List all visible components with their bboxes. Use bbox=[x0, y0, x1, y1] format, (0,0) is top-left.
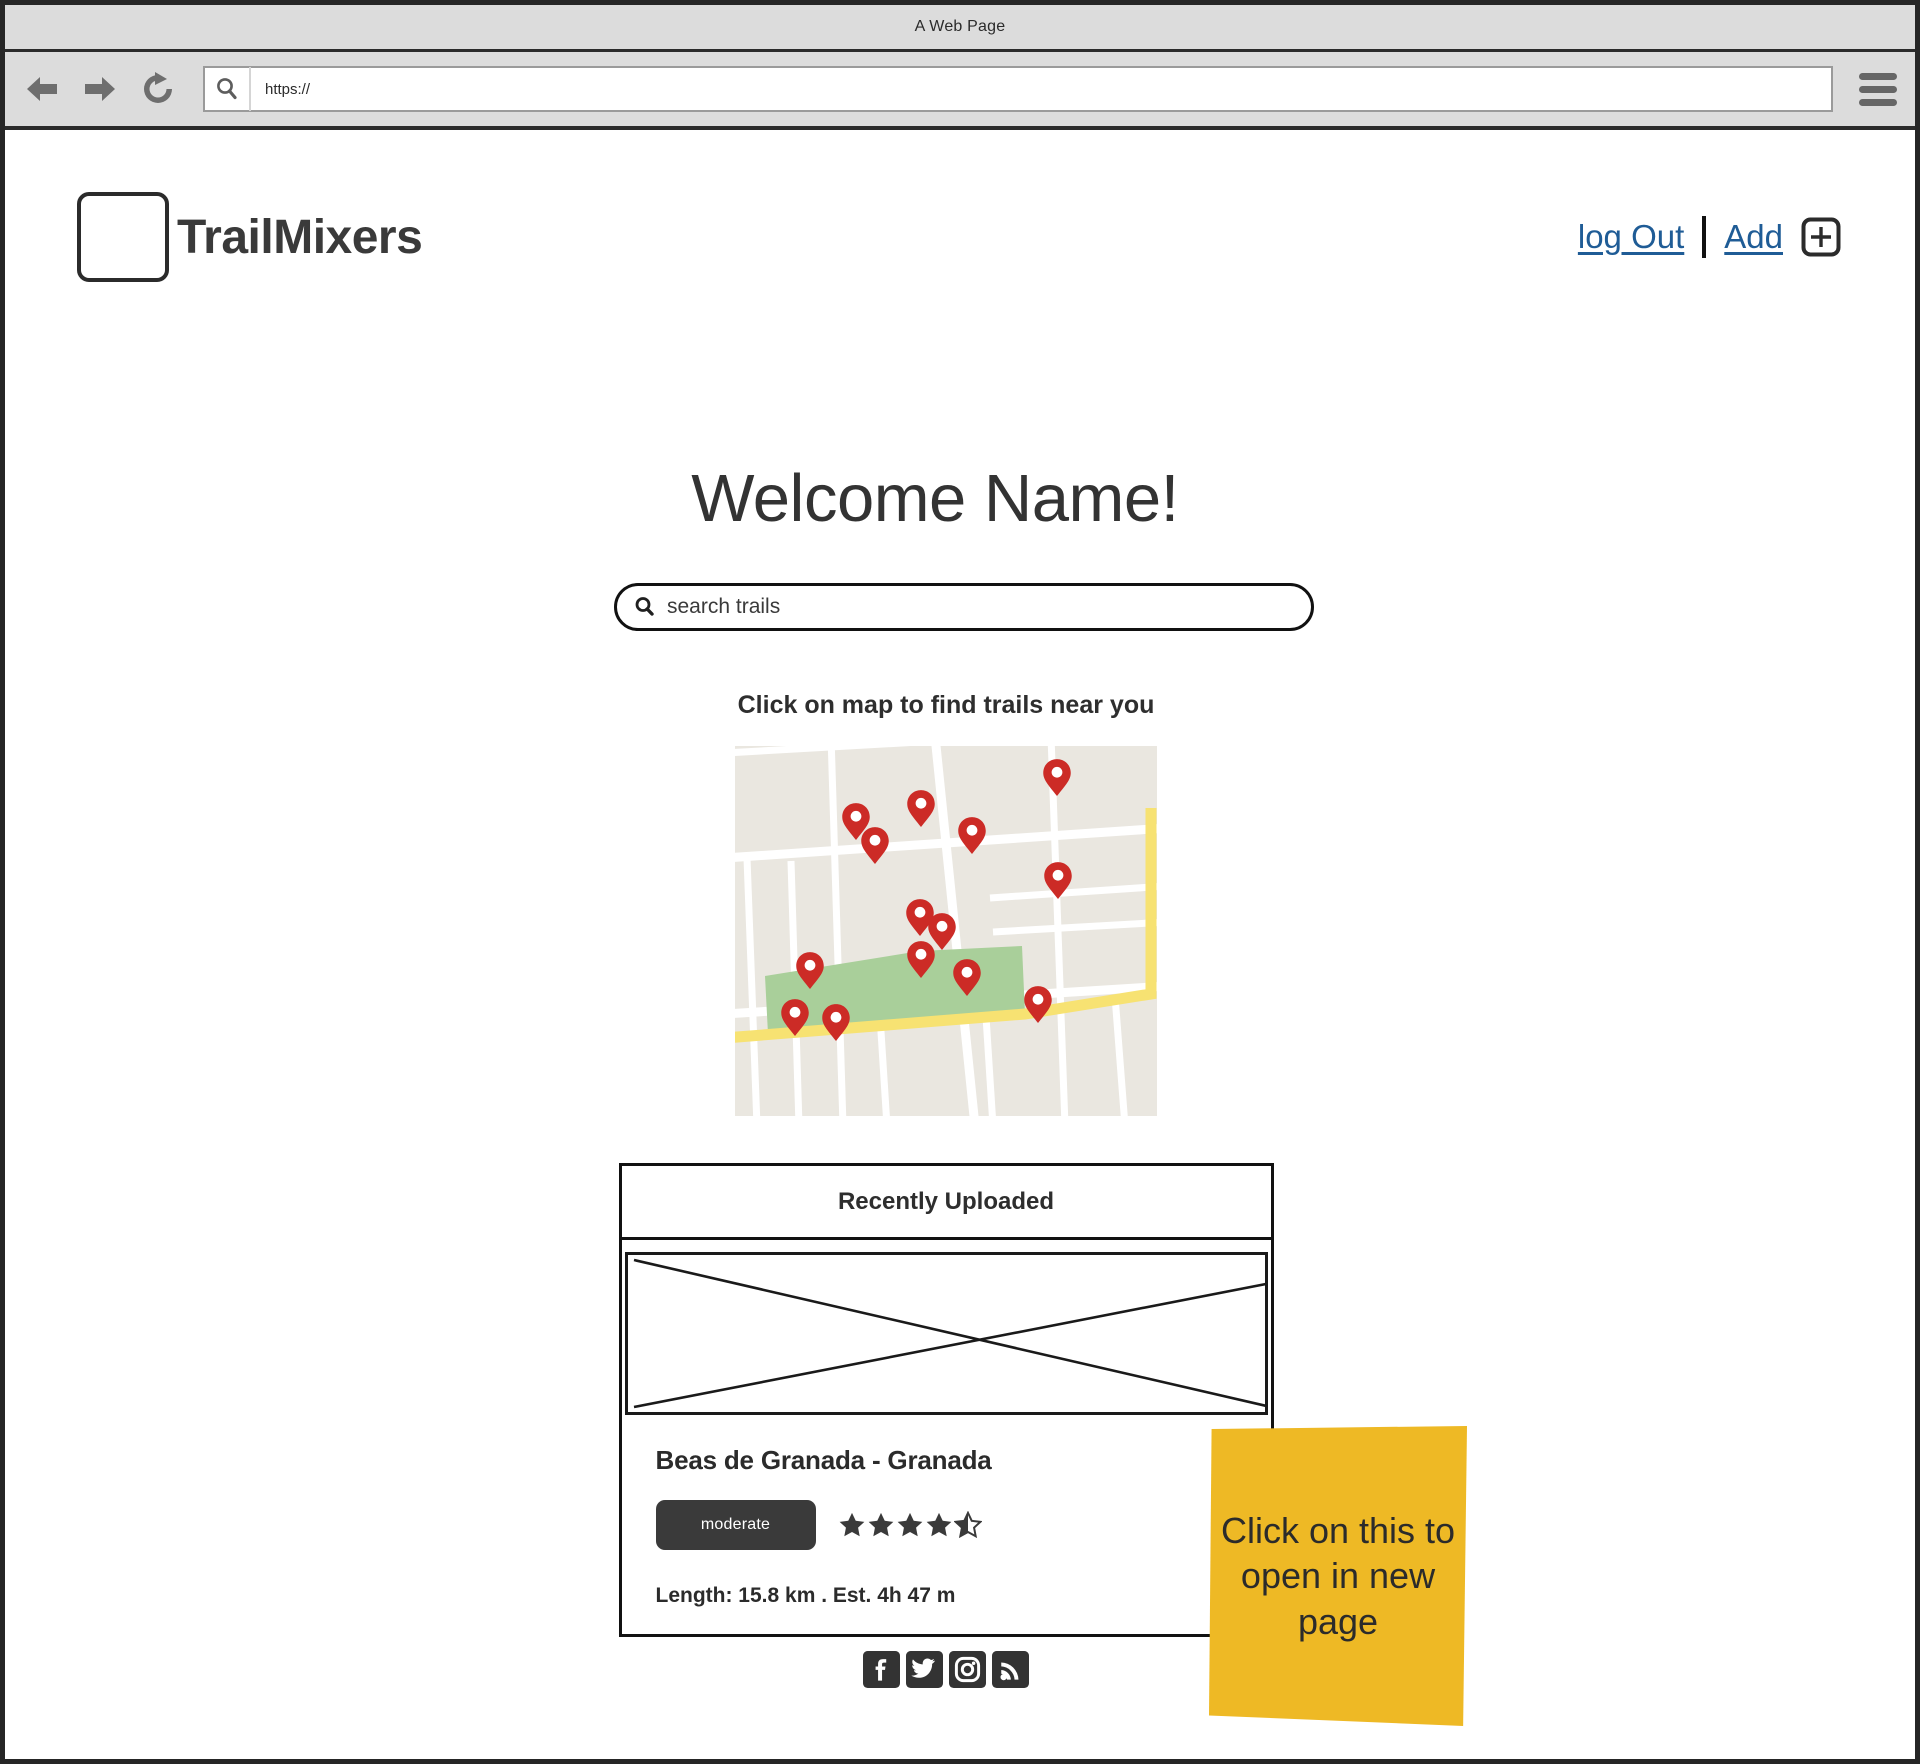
hamburger-menu-icon[interactable] bbox=[1859, 72, 1897, 106]
header-nav: log Out Add bbox=[1578, 216, 1841, 258]
search-trails-input[interactable]: search trails bbox=[614, 583, 1314, 631]
page-content: TrailMixers log Out Add Welcome Name! se… bbox=[5, 130, 1915, 1759]
url-input[interactable]: https:// bbox=[251, 81, 310, 98]
main-column: Welcome Name! search trails Click on map… bbox=[5, 460, 1915, 1688]
rating-stars bbox=[838, 1511, 982, 1539]
logo-placeholder bbox=[77, 192, 169, 282]
instagram-icon[interactable] bbox=[949, 1651, 986, 1688]
add-link[interactable]: Add bbox=[1724, 218, 1783, 256]
browser-mockup-frame: A Web Page https:// TrailMixers log Out … bbox=[0, 0, 1920, 1764]
star-filled-icon bbox=[839, 1512, 864, 1537]
card-header: Recently Uploaded bbox=[621, 1166, 1271, 1240]
image-placeholder-cross bbox=[633, 1258, 1265, 1409]
browser-navbar: https:// bbox=[5, 52, 1915, 130]
search-icon bbox=[205, 67, 251, 111]
facebook-icon[interactable] bbox=[863, 1651, 900, 1688]
trail-map[interactable] bbox=[735, 746, 1157, 1116]
annotation-sticky-note: Click on this to open in new page bbox=[1209, 1426, 1467, 1726]
brand-name: TrailMixers bbox=[177, 210, 423, 264]
window-title: A Web Page bbox=[914, 18, 1006, 35]
trail-length: Length: 15.8 km . Est. 4h 47 m bbox=[655, 1584, 956, 1607]
card-body: Beas de Granada - Granada moderate Lengt… bbox=[622, 1415, 1271, 1608]
search-icon bbox=[635, 597, 654, 616]
reload-icon[interactable] bbox=[137, 68, 179, 110]
browser-titlebar: A Web Page bbox=[5, 5, 1915, 52]
logout-link[interactable]: log Out bbox=[1578, 218, 1684, 256]
difficulty-badge[interactable]: moderate bbox=[655, 1500, 816, 1550]
section-title: Recently Uploaded bbox=[837, 1187, 1055, 1215]
page-title: Welcome Name! bbox=[691, 461, 1179, 536]
plus-square-icon[interactable] bbox=[1801, 217, 1841, 257]
map-caption: Click on map to find trails near you bbox=[737, 691, 1155, 719]
trail-thumbnail-placeholder[interactable] bbox=[624, 1252, 1268, 1415]
annotation-text: Click on this to open in new page bbox=[1220, 1509, 1456, 1642]
site-header: TrailMixers log Out Add bbox=[5, 182, 1915, 292]
social-links bbox=[863, 1651, 1029, 1688]
star-filled-icon bbox=[926, 1512, 951, 1537]
arrow-right-icon[interactable] bbox=[79, 68, 121, 110]
search-placeholder: search trails bbox=[667, 595, 781, 618]
recently-uploaded-card: Recently Uploaded Beas de Granada - Gran… bbox=[618, 1163, 1274, 1637]
star-half-icon bbox=[953, 1511, 982, 1539]
arrow-left-icon[interactable] bbox=[21, 68, 63, 110]
nav-divider bbox=[1702, 216, 1707, 258]
trail-meta-row: moderate bbox=[655, 1500, 1237, 1550]
star-filled-icon bbox=[868, 1512, 893, 1537]
trail-name: Beas de Granada - Granada bbox=[655, 1445, 992, 1475]
twitter-icon[interactable] bbox=[906, 1651, 943, 1688]
brand[interactable]: TrailMixers bbox=[77, 192, 423, 282]
rss-icon[interactable] bbox=[992, 1651, 1029, 1688]
map-canvas bbox=[735, 746, 1157, 1116]
star-filled-icon bbox=[897, 1512, 922, 1537]
url-bar[interactable]: https:// bbox=[203, 66, 1833, 112]
